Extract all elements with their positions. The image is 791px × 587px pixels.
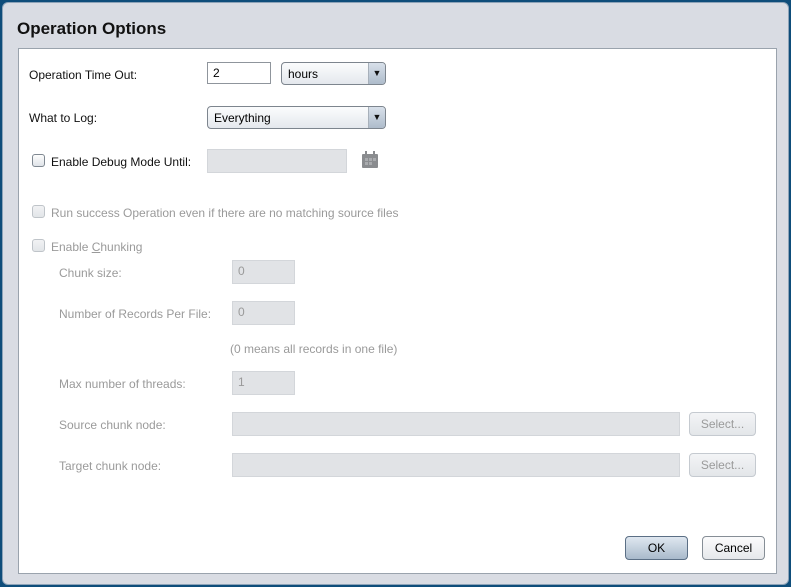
- dialog-title: Operation Options: [17, 19, 167, 38]
- chunk-size-label: Chunk size:: [59, 266, 122, 280]
- debug-until-input[interactable]: [207, 149, 347, 173]
- chunking-label-prefix: Enable: [51, 240, 92, 254]
- records-hint: (0 means all records in one file): [230, 342, 398, 356]
- target-select-button[interactable]: Select...: [689, 453, 756, 477]
- cancel-button[interactable]: Cancel: [702, 536, 765, 560]
- target-chunk-node-label: Target chunk node:: [59, 459, 162, 473]
- max-threads-input[interactable]: 1: [232, 371, 295, 395]
- max-threads-label: Max number of threads:: [59, 377, 186, 391]
- chevron-down-icon: ▼: [368, 107, 385, 128]
- options-panel: Operation Time Out: 2 hours ▼ What to Lo…: [18, 48, 777, 574]
- timeout-input[interactable]: 2: [207, 62, 271, 84]
- run-success-label: Run success Operation even if there are …: [51, 206, 399, 220]
- source-chunk-node-label: Source chunk node:: [59, 418, 166, 432]
- run-success-checkbox[interactable]: [32, 205, 45, 218]
- chunk-size-input[interactable]: 0: [232, 260, 295, 284]
- timeout-unit-select[interactable]: hours ▼: [281, 62, 386, 85]
- chevron-down-icon: ▼: [368, 63, 385, 84]
- source-select-button[interactable]: Select...: [689, 412, 756, 436]
- records-per-file-input[interactable]: 0: [232, 301, 295, 325]
- source-chunk-node-input[interactable]: [232, 412, 680, 436]
- debug-mode-checkbox[interactable]: [32, 154, 45, 167]
- log-level-value: Everything: [214, 111, 271, 125]
- operation-options-dialog: Operation Options Operation Time Out: 2 …: [2, 2, 789, 585]
- records-per-file-label: Number of Records Per File:: [59, 307, 212, 321]
- target-chunk-node-input[interactable]: [232, 453, 680, 477]
- log-label: What to Log:: [29, 111, 98, 125]
- ok-button[interactable]: OK: [625, 536, 688, 560]
- log-level-select[interactable]: Everything ▼: [207, 106, 386, 129]
- calendar-icon[interactable]: [362, 151, 378, 168]
- enable-chunking-checkbox[interactable]: [32, 239, 45, 252]
- debug-mode-label: Enable Debug Mode Until:: [51, 155, 192, 169]
- chunking-label-suffix: hunking: [100, 240, 143, 254]
- timeout-unit-value: hours: [288, 67, 319, 81]
- enable-chunking-label: Enable Chunking: [51, 240, 142, 254]
- timeout-label: Operation Time Out:: [29, 68, 138, 82]
